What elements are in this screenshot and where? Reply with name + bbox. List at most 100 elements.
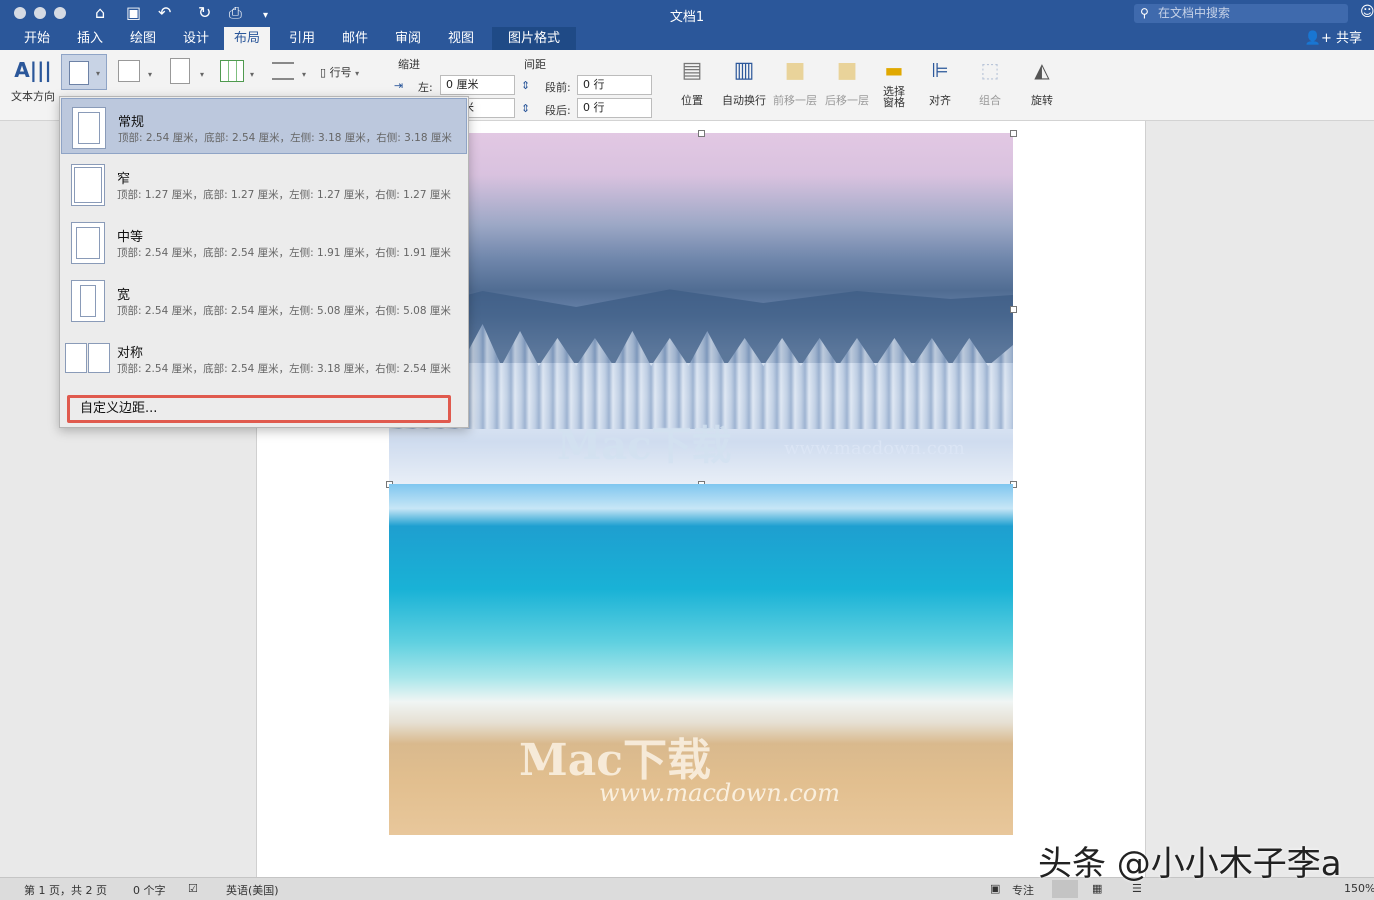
chevron-down-icon: ▾: [96, 69, 101, 78]
tab-design[interactable]: 设计: [173, 27, 219, 50]
margin-option-narrow[interactable]: 窄 顶部: 1.27 厘米，底部: 1.27 厘米，左侧: 1.27 厘米，右侧…: [61, 156, 467, 212]
rotate-button[interactable]: ◭ 旋转: [1022, 58, 1062, 108]
snow-forest-image[interactable]: Mac下载 www.macdown.com: [389, 133, 1013, 484]
language-indicator[interactable]: 英语(美国): [226, 882, 279, 898]
tab-picture-format[interactable]: 图片格式: [492, 27, 577, 50]
line-numbers-icon: ▯: [320, 66, 327, 79]
columns-button[interactable]: ▾: [218, 58, 258, 88]
tab-layout[interactable]: 布局: [224, 27, 271, 50]
line-numbers-button[interactable]: ▯ 行号 ▾: [320, 64, 359, 80]
text-direction-button[interactable]: A||| 文本方向: [8, 58, 58, 104]
margin-option-name: 常规: [118, 115, 145, 130]
position-button[interactable]: ▤ 位置: [672, 58, 712, 108]
margin-narrow-icon: [71, 164, 105, 206]
orientation-button[interactable]: ▾: [116, 58, 156, 88]
margin-mirrored-right-icon: [88, 343, 110, 373]
position-label: 位置: [681, 94, 703, 107]
group-label: 组合: [979, 94, 1001, 107]
overlay-brand-watermark: 头条 @小小木子李a: [1038, 844, 1342, 884]
tab-view[interactable]: 视图: [438, 27, 484, 50]
align-icon: ⊫: [931, 58, 949, 82]
margin-option-normal[interactable]: 常规 顶部: 2.54 厘米，底部: 2.54 厘米，左侧: 3.18 厘米，右…: [61, 98, 467, 154]
align-button[interactable]: ⊫ 对齐: [920, 58, 960, 108]
breaks-button[interactable]: ▾: [270, 58, 310, 88]
search-icon: ⚲: [1140, 6, 1149, 20]
page-size-icon: [170, 58, 190, 84]
indent-left-label: 左:: [418, 81, 433, 94]
spacing-after-input[interactable]: 0 行: [577, 98, 652, 118]
title-bar: ⌂ ▣ ↶ ↻ ⎙ ▾ 文档1 ⚲ 在文档中搜索 ☺: [0, 0, 1374, 27]
add-person-icon: 👤+: [1304, 31, 1336, 46]
spacing-after-icon: ⇕: [521, 102, 531, 115]
wrap-text-icon: ▥: [733, 58, 755, 83]
resize-handle-top-right[interactable]: [1010, 130, 1017, 137]
selection-pane-icon: ▬: [884, 58, 904, 82]
proofing-icon[interactable]: ☑: [188, 882, 198, 895]
selection-pane-button[interactable]: ▬ 选择 窗格: [874, 58, 914, 108]
search-placeholder: 在文档中搜索: [1158, 6, 1231, 20]
position-icon: ▤: [681, 58, 703, 83]
ribbon-tabs: 开始 插入 绘图 设计 布局 引用 邮件 审阅 视图 图片格式 👤+ 共享: [0, 27, 1374, 50]
chevron-down-icon: ▾: [200, 70, 205, 79]
text-direction-icon: A|||: [14, 58, 52, 82]
resize-handle-top[interactable]: [698, 130, 705, 137]
spacing-before-input[interactable]: 0 行: [577, 75, 652, 95]
bring-forward-icon: ■: [784, 58, 806, 83]
chevron-down-icon: ▾: [355, 69, 360, 78]
wrap-text-button[interactable]: ▥ 自动换行: [718, 58, 770, 108]
page-count[interactable]: 第 1 页，共 2 页: [24, 882, 107, 898]
send-backward-label: 后移一层: [825, 94, 869, 107]
chevron-down-icon: ▾: [148, 70, 153, 79]
word-count[interactable]: 0 个字: [133, 882, 166, 898]
custom-margins-item[interactable]: 自定义边距...: [67, 395, 451, 423]
columns-icon: [220, 60, 244, 82]
margins-icon: [69, 61, 89, 85]
margins-dropdown: 常规 顶部: 2.54 厘米，底部: 2.54 厘米，左侧: 3.18 厘米，右…: [59, 96, 469, 428]
chevron-down-icon: ▾: [302, 70, 307, 79]
margin-option-moderate[interactable]: 中等 顶部: 2.54 厘米，底部: 2.54 厘米，左侧: 1.91 厘米，右…: [61, 214, 467, 270]
bring-forward-button[interactable]: ■ 前移一层: [770, 58, 820, 108]
beach-image[interactable]: Mac下载 www.macdown.com: [389, 484, 1013, 835]
orientation-icon: [118, 60, 140, 82]
rotate-label: 旋转: [1031, 94, 1053, 107]
margins-button[interactable]: ▾: [61, 54, 107, 90]
line-numbers-label: 行号: [329, 66, 352, 79]
tab-draw[interactable]: 绘图: [120, 27, 166, 50]
wrap-text-label: 自动换行: [722, 94, 766, 107]
margin-mirrored-left-icon: [65, 343, 87, 373]
search-input[interactable]: ⚲ 在文档中搜索: [1134, 4, 1348, 23]
margin-option-desc: 顶部: 1.27 厘米，底部: 1.27 厘米，左侧: 1.27 厘米，右侧: …: [117, 189, 451, 201]
margin-option-desc: 顶部: 2.54 厘米，底部: 2.54 厘米，左侧: 3.18 厘米，右侧: …: [118, 132, 452, 144]
indent-left-input[interactable]: 0 厘米: [440, 75, 515, 95]
margin-option-wide[interactable]: 宽 顶部: 2.54 厘米，底部: 2.54 厘米，左侧: 5.08 厘米，右侧…: [61, 272, 467, 328]
spacing-group-label: 间距: [524, 58, 546, 71]
margin-wide-icon: [71, 280, 105, 322]
focus-label[interactable]: 专注: [1012, 882, 1034, 898]
margin-option-mirrored[interactable]: 对称 顶部: 2.54 厘米，底部: 2.54 厘米，左侧: 3.18 厘米，右…: [61, 330, 467, 386]
sand-watermark-url: www.macdown.com: [599, 779, 841, 807]
tab-home[interactable]: 开始: [14, 27, 60, 50]
group-button[interactable]: ⬚ 组合: [970, 58, 1010, 108]
zoom-level[interactable]: 150%: [1344, 882, 1374, 895]
share-button[interactable]: 👤+ 共享: [1305, 27, 1362, 50]
align-label: 对齐: [929, 94, 951, 107]
bring-forward-label: 前移一层: [773, 94, 817, 107]
resize-handle-right[interactable]: [1010, 306, 1017, 313]
size-button[interactable]: ▾: [168, 58, 208, 88]
group-icon: ⬚: [980, 58, 1000, 82]
margin-normal-icon: [72, 107, 106, 149]
tab-review[interactable]: 审阅: [385, 27, 431, 50]
tab-mailings[interactable]: 邮件: [332, 27, 378, 50]
focus-icon: ▣: [990, 882, 1001, 895]
spacing-after-label: 段后:: [545, 104, 571, 117]
tab-insert[interactable]: 插入: [67, 27, 113, 50]
margin-option-name: 对称: [117, 346, 144, 361]
text-direction-label: 文本方向: [11, 90, 55, 103]
spacing-before-icon: ⇕: [521, 79, 531, 92]
feedback-smiley-icon[interactable]: ☺: [1360, 4, 1374, 20]
breaks-icon: [272, 62, 294, 80]
selection-pane-label: 选择 窗格: [883, 85, 905, 109]
send-backward-button[interactable]: ■ 后移一层: [822, 58, 872, 108]
tab-references[interactable]: 引用: [279, 27, 325, 50]
send-backward-icon: ■: [836, 58, 858, 83]
